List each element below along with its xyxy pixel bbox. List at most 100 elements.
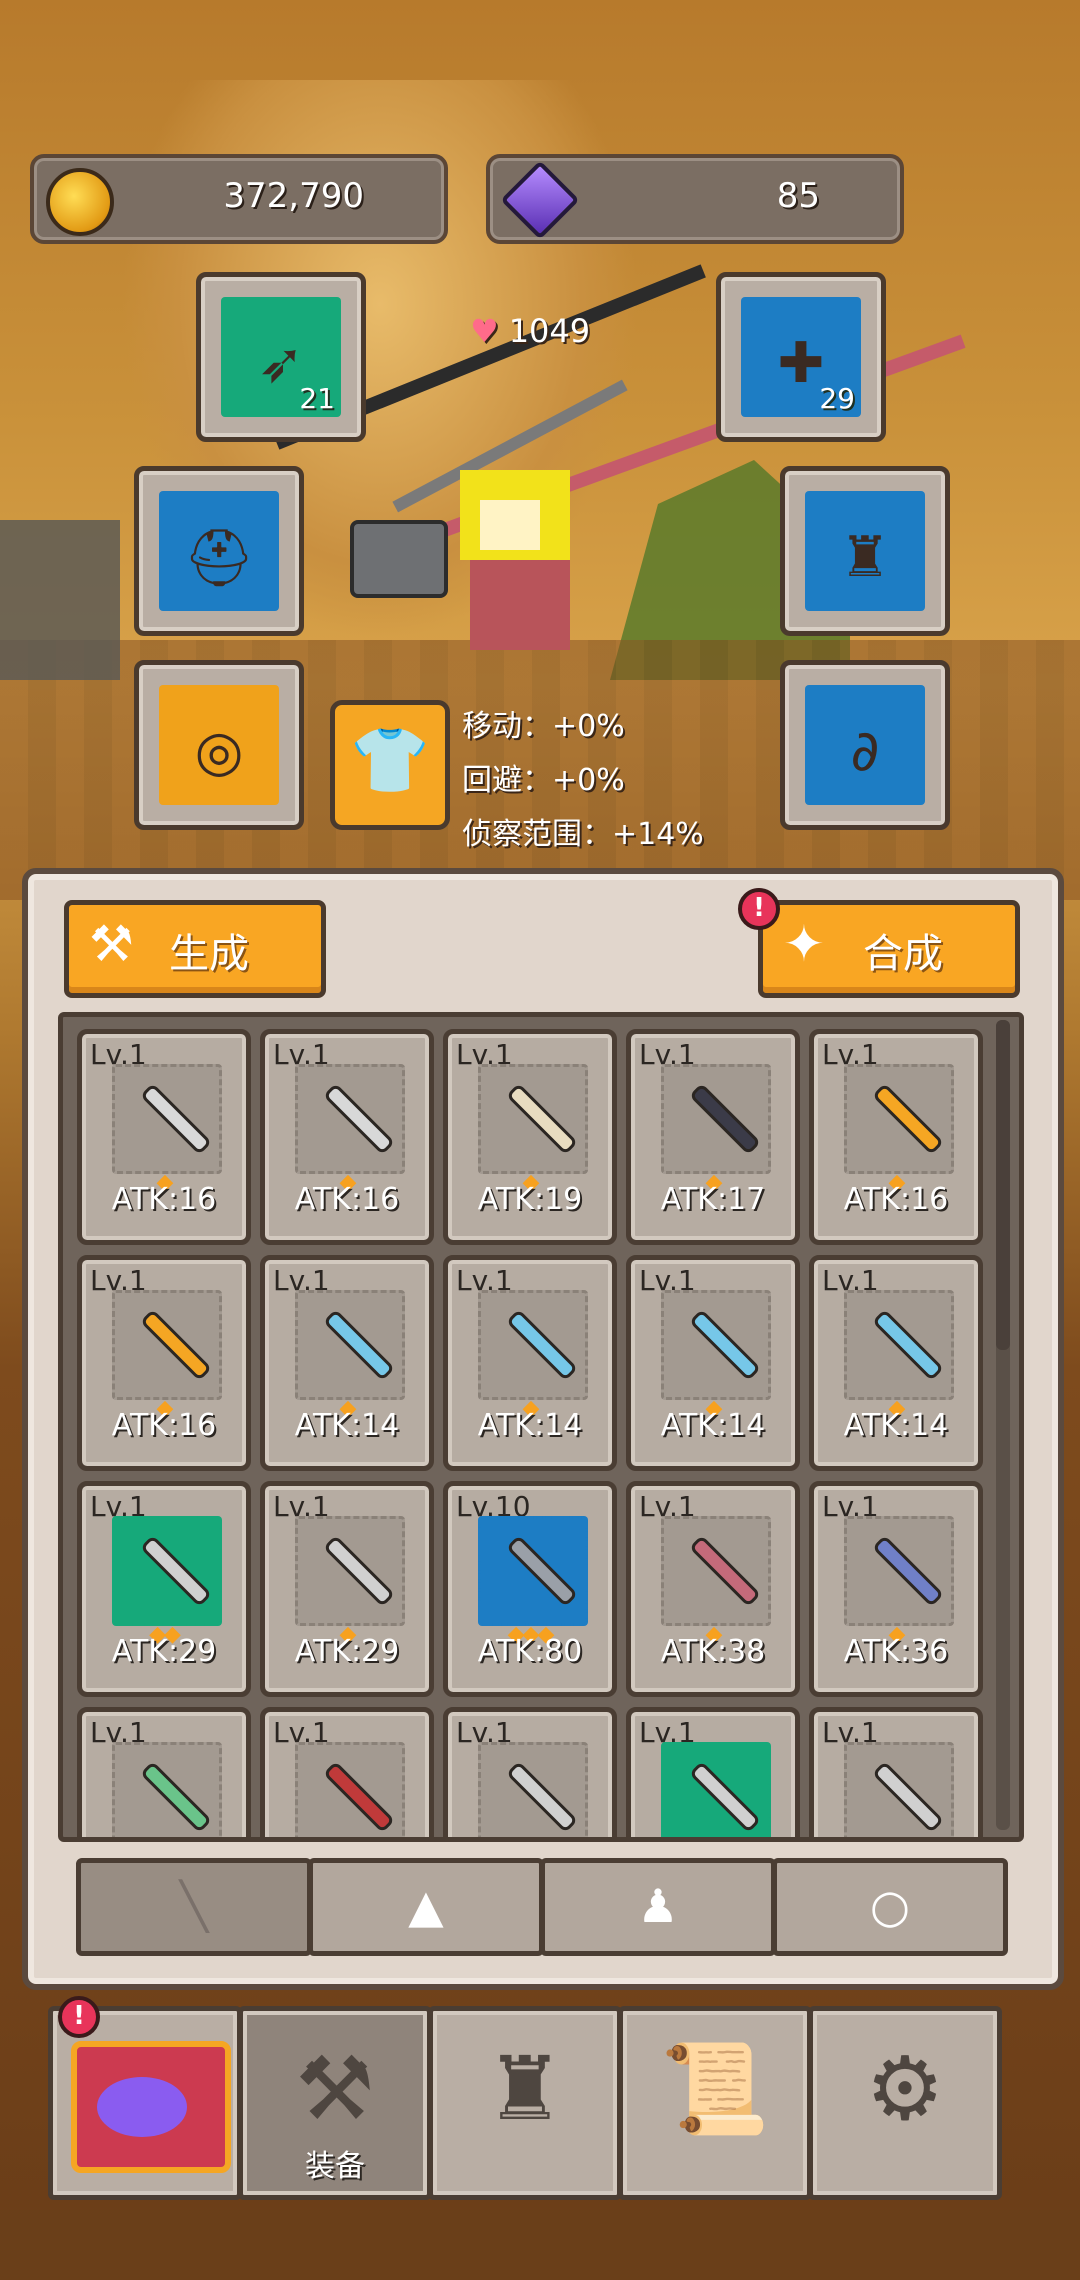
gold-counter[interactable]: 372,790 xyxy=(30,154,448,244)
armor-icon: ♜ xyxy=(839,525,891,590)
item-atk: ATK:14 xyxy=(843,1408,949,1443)
blade-sprite xyxy=(144,1539,208,1603)
inventory-item[interactable]: Lv.1 ◆ ATK:14 xyxy=(260,1255,434,1471)
item-atk: ATK:16 xyxy=(843,1182,949,1217)
nav-tower[interactable]: ♜ xyxy=(428,2006,622,2200)
tab-ring[interactable]: ○ xyxy=(772,1858,1008,1956)
item-atk: ATK:16 xyxy=(111,1408,217,1443)
inventory-item[interactable]: Lv.1◆◆ xyxy=(626,1707,800,1837)
sparkle-icon: ✦ xyxy=(783,915,825,973)
blade-sprite xyxy=(876,1087,940,1151)
blade-sprite xyxy=(876,1313,940,1377)
sword-icon xyxy=(112,1516,222,1626)
footer-ground xyxy=(0,2210,1080,2280)
item-atk: ATK:16 xyxy=(111,1182,217,1217)
inventory-item[interactable]: Lv.1 ◆ ATK:16 xyxy=(77,1029,251,1245)
blade-sprite xyxy=(144,1313,208,1377)
coin-icon xyxy=(46,168,114,236)
armor-slot[interactable]: ♜ xyxy=(780,466,950,636)
sword-icon xyxy=(295,1516,405,1626)
gem-counter[interactable]: 85 xyxy=(486,154,904,244)
blade-sprite xyxy=(510,1087,574,1151)
scrollbar-thumb[interactable] xyxy=(996,1020,1010,1350)
inventory-scrollbar[interactable] xyxy=(996,1020,1010,1830)
sword-icon xyxy=(295,1290,405,1400)
sword-icon xyxy=(844,1516,954,1626)
anvil-sprite xyxy=(350,520,448,598)
sword-icon xyxy=(112,1742,222,1837)
blade-sprite xyxy=(327,1765,391,1829)
hero-sprite xyxy=(392,379,628,670)
inventory-item[interactable]: Lv.1 ◆ ATK:14 xyxy=(626,1255,800,1471)
inventory-item[interactable]: Lv.1 ◆ ATK:16 xyxy=(809,1029,983,1245)
blade-sprite xyxy=(327,1539,391,1603)
anvil-icon: ⚒ xyxy=(295,2037,375,2140)
inventory-item[interactable]: Lv.1 ◆ ATK:14 xyxy=(443,1255,617,1471)
stats-list: 移动：+0% 回避：+0% 侦察范围：+14% xyxy=(462,700,704,862)
inventory-item[interactable]: Lv.1 ◆ ATK:14 xyxy=(809,1255,983,1471)
inventory-item[interactable]: Lv.1 ◆ ATK:19 xyxy=(443,1029,617,1245)
shirt-icon[interactable]: 👕 xyxy=(330,700,450,830)
inventory-item[interactable]: Lv.1 xyxy=(443,1707,617,1837)
inventory-item[interactable]: Lv.1 ◆ ATK:16 xyxy=(77,1255,251,1471)
tab-horse[interactable]: ▲ xyxy=(308,1858,544,1956)
blade-sprite xyxy=(693,1539,757,1603)
item-atk: ATK:14 xyxy=(294,1408,400,1443)
weapon-slot-left[interactable]: ➶ 21 xyxy=(196,272,366,442)
sword-icon xyxy=(844,1064,954,1174)
whip-slot[interactable]: ∂ xyxy=(780,660,950,830)
inventory-item[interactable]: Lv.1 ◆ ATK:36 xyxy=(809,1481,983,1697)
inventory-item[interactable]: Lv.1 ◆◆ ATK:29 xyxy=(77,1481,251,1697)
sword-icon xyxy=(661,1742,771,1837)
nav-settings[interactable]: ⚙ xyxy=(808,2006,1002,2200)
tab-weapons[interactable]: ╲ xyxy=(76,1858,312,1956)
sword-icon xyxy=(661,1064,771,1174)
weapon-slot-right[interactable]: ✚ 29 xyxy=(716,272,886,442)
blade-sprite xyxy=(327,1313,391,1377)
necklace-slot[interactable]: ◎ xyxy=(134,660,304,830)
inventory-item[interactable]: Lv.1 ◆ ATK:16 xyxy=(260,1029,434,1245)
sword-icon xyxy=(478,1742,588,1837)
gear-icon: ⚙ xyxy=(865,2037,945,2140)
ring-tab-icon: ○ xyxy=(869,1879,911,1933)
sword-icon xyxy=(478,1064,588,1174)
hero-hp: ♥ 1049 xyxy=(470,312,590,350)
weapon-right-count: 29 xyxy=(819,382,855,415)
blade-sprite xyxy=(693,1313,757,1377)
hp-value: 1049 xyxy=(508,312,591,350)
combine-notification-badge: ! xyxy=(738,888,780,930)
gem-amount: 85 xyxy=(776,176,820,216)
inventory-item[interactable]: Lv.1 ◆ ATK:38 xyxy=(626,1481,800,1697)
inventory-item[interactable]: Lv.1 ◆ ATK:29 xyxy=(260,1481,434,1697)
item-atk: ATK:17 xyxy=(660,1182,766,1217)
tower-icon: ♜ xyxy=(485,2037,565,2140)
item-atk: ATK:80 xyxy=(477,1634,583,1669)
blade-sprite xyxy=(144,1087,208,1151)
item-atk: ATK:14 xyxy=(477,1408,583,1443)
nav-equipment[interactable]: ⚒ 装备 xyxy=(238,2006,432,2200)
nav-quest[interactable]: 📜 xyxy=(618,2006,812,2200)
blade-sprite xyxy=(510,1313,574,1377)
blade-sprite xyxy=(693,1087,757,1151)
sword-icon xyxy=(295,1742,405,1837)
inventory-grid[interactable]: Lv.1 ◆ ATK:16 Lv.1 ◆ ATK:16 Lv.1 ◆ ATK:19 Lv.1 ◆ AT… xyxy=(58,1012,1024,1842)
inventory-item[interactable]: Lv.1 xyxy=(260,1707,434,1837)
inventory-item[interactable]: Lv.10 ◆◆◆ ATK:80 xyxy=(443,1481,617,1697)
blade-sprite xyxy=(876,1539,940,1603)
item-atk: ATK:16 xyxy=(294,1182,400,1217)
inventory-item[interactable]: Lv.1 ◆ ATK:17 xyxy=(626,1029,800,1245)
sword-tab-icon: ╲ xyxy=(180,1879,208,1933)
combine-button[interactable]: ✦ 合成 xyxy=(758,900,1020,998)
gem-icon xyxy=(500,160,580,240)
inventory-item[interactable]: Lv.1◆ xyxy=(77,1707,251,1837)
npc-sprite xyxy=(0,520,120,680)
sword-icon xyxy=(478,1516,588,1626)
generate-button[interactable]: ⚒ 生成 xyxy=(64,900,326,998)
helmet-slot[interactable]: ⛑ xyxy=(134,466,304,636)
horse-tab-icon: ▲ xyxy=(408,1879,444,1933)
tab-armor[interactable]: ♟ xyxy=(540,1858,776,1956)
treasure-chest-icon xyxy=(71,2041,231,2173)
sword-icon xyxy=(844,1290,954,1400)
category-tabs: ╲ ▲ ♟ ○ xyxy=(76,1858,1008,1956)
inventory-item[interactable]: Lv.1 xyxy=(809,1707,983,1837)
